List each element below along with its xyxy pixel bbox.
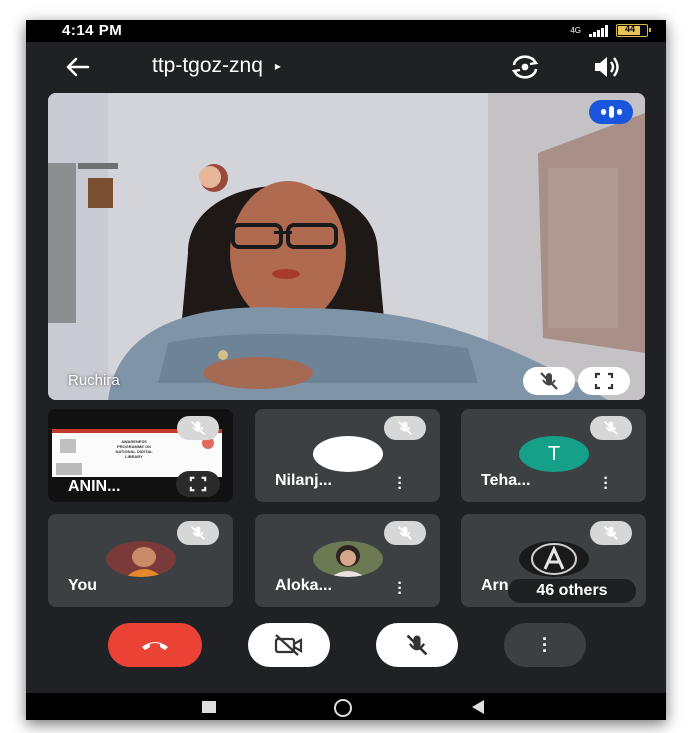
switch-camera-icon[interactable] — [508, 53, 542, 81]
participant-tile[interactable]: Arn 46 others — [461, 514, 646, 607]
caret-right-icon: ▸ — [274, 59, 281, 73]
speaking-indicator-icon — [589, 100, 633, 124]
participant-tile[interactable]: You — [48, 514, 233, 607]
mic-off-icon — [406, 634, 428, 656]
mic-off-icon — [603, 525, 619, 541]
status-bar: 4:14 PM 4G 44 — [26, 20, 666, 42]
participant-name: ANIN... — [68, 478, 121, 495]
fullscreen-button[interactable] — [176, 471, 220, 497]
slide-line: LIBRARY — [125, 454, 143, 459]
mic-off-icon — [540, 372, 558, 390]
more-options-icon[interactable]: · · · — [395, 471, 405, 497]
participant-name: Aloka... — [275, 577, 332, 594]
camera-off-icon — [274, 634, 303, 656]
end-call-button[interactable] — [108, 623, 202, 667]
more-options-button[interactable]: · · · — [504, 623, 586, 667]
status-icons: 4G 44 — [570, 24, 651, 37]
avatar — [106, 541, 176, 577]
meeting-header: ttp-tgoz-znq ▸ — [26, 42, 666, 92]
mic-off-icon — [190, 525, 206, 541]
participant-tile[interactable]: Nilanj... · · · — [255, 409, 440, 502]
participant-muted-badge — [177, 521, 219, 545]
participant-muted-badge — [384, 416, 426, 440]
participant-name: You — [68, 577, 98, 594]
mic-off-icon — [603, 420, 619, 436]
speaker-icon[interactable] — [592, 54, 622, 80]
more-options-icon[interactable]: · · · — [601, 471, 611, 497]
participant-muted-badge — [590, 521, 632, 545]
mic-off-icon — [190, 420, 206, 436]
more-options-icon: · · · — [542, 629, 548, 661]
recents-icon[interactable] — [202, 701, 216, 713]
main-speaker-tile[interactable]: Ruchira — [48, 93, 645, 400]
fullscreen-button[interactable] — [578, 367, 630, 395]
participant-name: Teha... — [481, 472, 531, 489]
avatar — [313, 436, 383, 472]
participant-tile[interactable]: Aloka... · · · — [255, 514, 440, 607]
battery-icon: 44 — [616, 24, 651, 37]
back-triangle-icon[interactable] — [472, 700, 484, 714]
camera-toggle-button[interactable] — [248, 623, 330, 667]
avatar — [519, 541, 589, 577]
meeting-title[interactable]: ttp-tgoz-znq ▸ — [152, 54, 281, 78]
status-time: 4:14 PM — [62, 22, 123, 39]
mic-off-icon — [397, 525, 413, 541]
others-count-badge[interactable]: 46 others — [508, 579, 636, 603]
battery-level: 44 — [625, 24, 636, 34]
more-options-icon[interactable]: · · · — [395, 576, 405, 602]
participant-muted-badge — [177, 416, 219, 440]
meet-screen: 4:14 PM 4G 44 ttp-tgoz-znq ▸ Ruchira AWA… — [26, 20, 666, 720]
mute-participant-button[interactable] — [523, 367, 575, 395]
end-call-icon — [142, 642, 168, 650]
mic-off-icon — [397, 420, 413, 436]
speaker-video — [48, 93, 645, 400]
fullscreen-icon — [594, 372, 614, 390]
home-icon[interactable] — [334, 699, 352, 717]
fullscreen-icon — [189, 476, 207, 492]
signal-icon — [589, 24, 608, 37]
participant-tile[interactable]: T Teha... · · · — [461, 409, 646, 502]
network-type: 4G — [570, 26, 581, 35]
meeting-code: ttp-tgoz-znq — [152, 54, 263, 77]
participant-name: Arn — [481, 577, 509, 594]
back-arrow-icon[interactable] — [64, 53, 92, 81]
participant-muted-badge — [384, 521, 426, 545]
main-speaker-name: Ruchira — [68, 372, 120, 389]
avatar: T — [519, 436, 589, 472]
mic-toggle-button[interactable] — [376, 623, 458, 667]
participant-tile[interactable]: AWARENESS PROGRAMME ON NATIONAL DIGITAL … — [48, 409, 233, 502]
system-nav-bar — [26, 693, 666, 720]
avatar — [313, 541, 383, 577]
participant-muted-badge — [590, 416, 632, 440]
participant-name: Nilanj... — [275, 472, 332, 489]
